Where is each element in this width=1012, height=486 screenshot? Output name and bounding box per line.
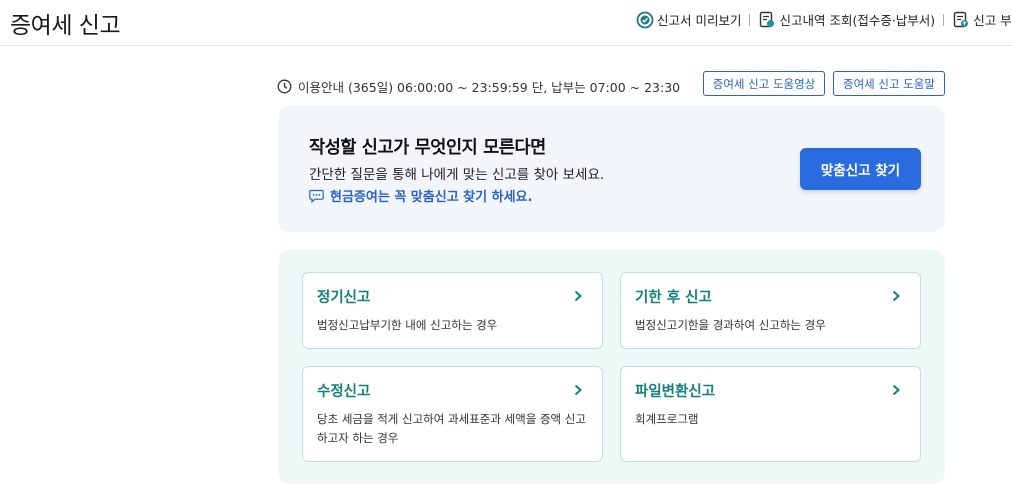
finder-subtitle: 간단한 질문을 통해 나에게 맞는 신고를 찾아 보세요. [309,167,605,183]
check-badge-icon [636,11,654,29]
chevron-right-icon [892,384,900,396]
card-title: 수정신고 [317,384,371,400]
card-regular-filing[interactable]: 정기신고 법정신고납부기한 내에 신고하는 경우 [302,272,603,349]
page-title: 증여세 신고 [10,13,121,39]
custom-filing-find-button[interactable]: 맞춤신고 찾기 [800,148,921,190]
card-description: 당초 세금을 적게 신고하여 과세표준과 세액을 증액 신고하고자 하는 경우 [317,412,586,445]
preview-return-link[interactable]: 신고서 미리보기 [636,10,741,29]
card-file-conversion-filing[interactable]: 파일변환신고 회계프로그램 [620,366,921,462]
chevron-right-icon [574,290,582,302]
card-description: 회계프로그램 [635,412,699,426]
third-header-link[interactable]: 신고 부 [952,10,1012,29]
help-guide-button[interactable]: 증여세 신고 도움말 [833,71,945,96]
page-header: 증여세 신고 신고서 미리보기 신고내역 조회(접수증·납부서) 신고 부 [0,0,1012,46]
service-hours-text: 이용안내 (365일) 06:00:00 ~ 23:59:59 단, 납부는 0… [298,80,681,95]
help-video-button[interactable]: 증여세 신고 도움영상 [703,71,825,96]
filing-history-link[interactable]: 신고내역 조회(접수증·납부서) [758,10,935,29]
chat-bubble-icon [309,189,324,203]
card-title: 파일변환신고 [635,384,716,400]
link-divider [749,13,751,26]
finder-title: 작성할 신고가 무엇인지 모른다면 [309,138,546,158]
chevron-right-icon [574,384,582,396]
clock-icon [277,79,292,94]
link-divider [943,13,945,26]
preview-return-label: 신고서 미리보기 [657,13,742,28]
document-search-icon [758,11,776,29]
card-description: 법정신고납부기한 내에 신고하는 경우 [317,318,498,332]
top-links: 신고서 미리보기 신고내역 조회(접수증·납부서) 신고 부 [636,10,1012,29]
filing-history-label: 신고내역 조회(접수증·납부서) [779,13,936,28]
card-late-filing[interactable]: 기한 후 신고 법정신고기한을 경과하여 신고하는 경우 [620,272,921,349]
card-title: 기한 후 신고 [635,290,712,306]
third-header-link-label: 신고 부 [973,13,1012,28]
finder-tip-link[interactable]: 현금증여는 꼭 맞춤신고 찾기 하세요. [309,186,532,205]
custom-filing-finder-panel: 작성할 신고가 무엇인지 모른다면 간단한 질문을 통해 나에게 맞는 신고를 … [278,106,945,232]
chevron-right-icon [892,290,900,302]
document-upload-icon [952,11,970,29]
card-amended-filing[interactable]: 수정신고 당초 세금을 적게 신고하여 과세표준과 세액을 증액 신고하고자 하… [302,366,603,462]
finder-tip-text: 현금증여는 꼭 맞춤신고 찾기 하세요. [330,190,533,205]
card-title: 정기신고 [317,290,371,306]
card-description: 법정신고기한을 경과하여 신고하는 경우 [635,318,826,332]
service-hours-notice: 이용안내 (365일) 06:00:00 ~ 23:59:59 단, 납부는 0… [277,77,680,96]
filing-type-cards: 정기신고 법정신고납부기한 내에 신고하는 경우 기한 후 신고 법정신고기한을… [278,250,945,484]
